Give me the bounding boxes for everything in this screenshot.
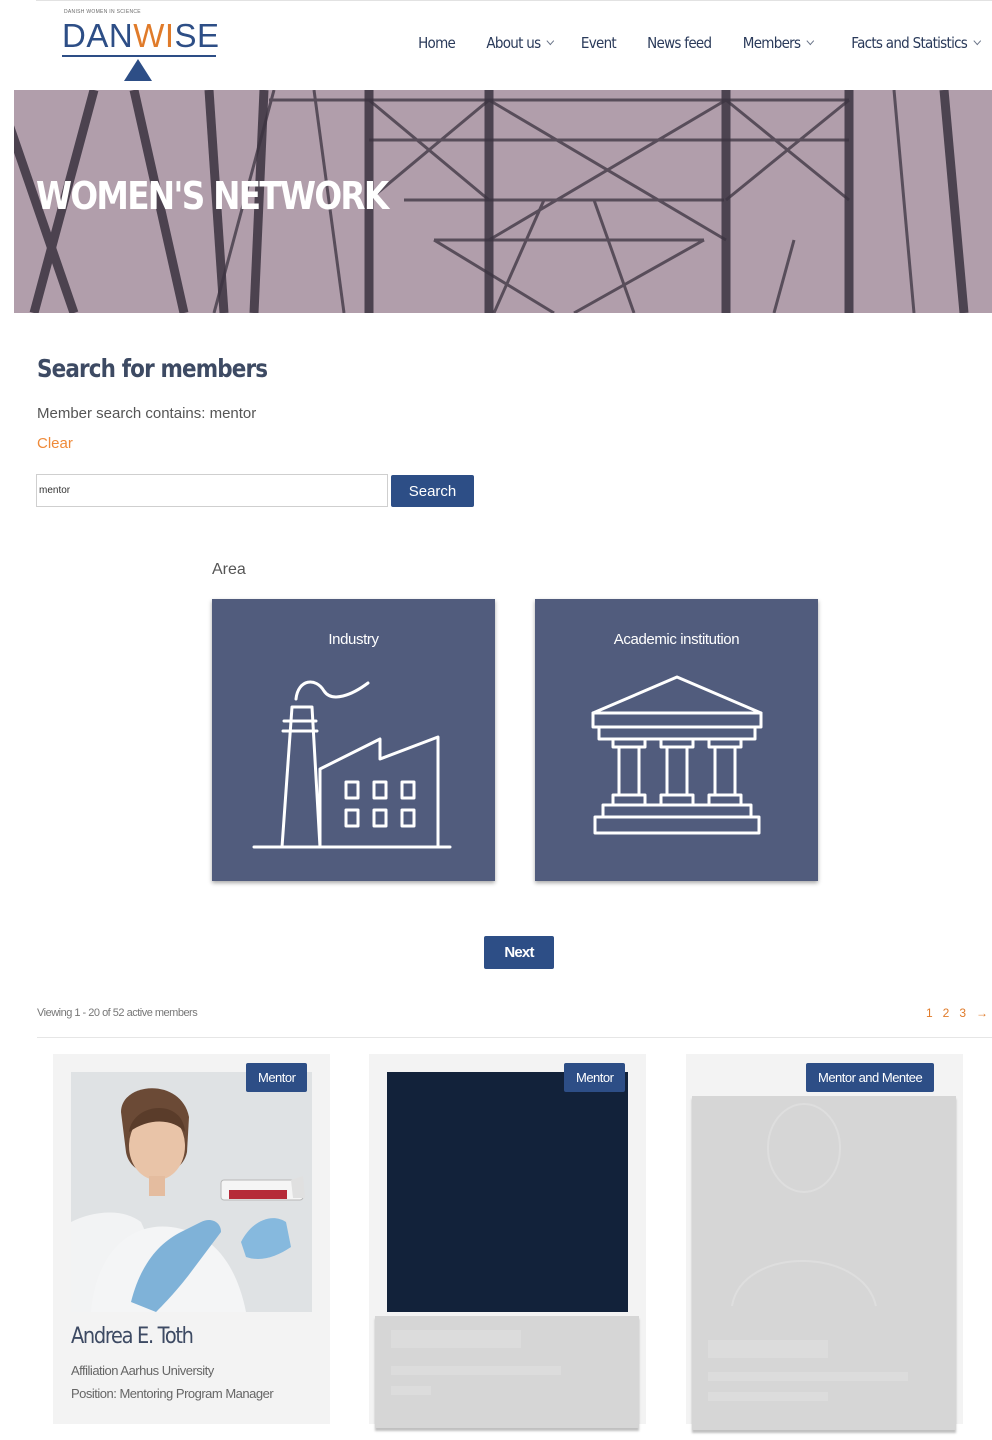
- danwise-logo[interactable]: DANISH WOMEN IN SCIENCE DANWISE: [62, 9, 220, 83]
- ghost-line-bar: [391, 1366, 561, 1375]
- divider: [37, 1037, 992, 1038]
- institution-icon: [591, 675, 763, 835]
- area-option-industry[interactable]: Industry: [212, 599, 495, 881]
- area-label: Area: [212, 561, 246, 578]
- chevron-down-icon: [806, 36, 815, 46]
- results-count: Viewing 1 - 20 of 52 active members: [37, 1007, 198, 1019]
- main-nav: Home About us Event News feed Members Fa…: [390, 34, 982, 52]
- search-button[interactable]: Search: [391, 475, 474, 507]
- nav-item-label: Home: [417, 34, 456, 52]
- page-link-3[interactable]: 3: [959, 1006, 966, 1020]
- scientist-photo-image: [71, 1072, 312, 1312]
- logo-word-wi: WI: [133, 17, 175, 54]
- page-link-2[interactable]: 2: [943, 1006, 950, 1020]
- logo-triangle-icon: [124, 59, 152, 81]
- nav-item-label: Facts and Statistics: [851, 34, 969, 52]
- factory-icon: [252, 680, 452, 849]
- logo-underline: [62, 55, 216, 57]
- chevron-down-icon: [546, 36, 555, 46]
- logo-word-se: SE: [174, 17, 220, 54]
- next-button[interactable]: Next: [484, 936, 554, 969]
- nav-item-about-us[interactable]: About us: [486, 34, 555, 52]
- clear-search-link[interactable]: Clear: [37, 435, 73, 452]
- member-card[interactable]: Mentor Andrea E. Toth Affiliation Aarhus…: [53, 1054, 330, 1424]
- member-role-badge: Mentor and Mentee: [806, 1063, 935, 1092]
- member-role-badge: Mentor: [564, 1063, 626, 1092]
- next-page-arrow-icon[interactable]: →: [976, 1006, 988, 1020]
- nav-item-label: Event: [580, 34, 617, 52]
- loading-placeholder: [375, 1316, 639, 1428]
- nav-item-facts-and-statistics[interactable]: Facts and Statistics: [851, 34, 982, 52]
- pagination: 1 2 3 →: [926, 1006, 988, 1020]
- logo-word-dan: DAN: [62, 17, 134, 54]
- member-photo[interactable]: [71, 1072, 312, 1312]
- site-header: DANISH WOMEN IN SCIENCE DANWISE Home Abo…: [36, 0, 992, 90]
- ghost-name-bar: [391, 1330, 521, 1348]
- loading-placeholder: [692, 1096, 956, 1430]
- nav-item-label: Members: [743, 34, 801, 52]
- member-affiliation: Affiliation Aarhus University: [71, 1363, 214, 1378]
- member-card[interactable]: Mentor: [369, 1054, 646, 1428]
- member-search-input[interactable]: [36, 474, 388, 507]
- nav-item-home[interactable]: Home: [417, 34, 456, 52]
- page-link-1[interactable]: 1: [926, 1006, 933, 1020]
- member-role-badge: Mentor: [246, 1063, 308, 1092]
- nav-item-event[interactable]: Event: [580, 34, 617, 52]
- member-photo[interactable]: [387, 1072, 628, 1312]
- member-position: Position: Mentoring Program Manager: [71, 1386, 274, 1401]
- member-card[interactable]: Mentor and Mentee: [686, 1054, 963, 1430]
- search-summary: Member search contains: mentor: [37, 405, 257, 422]
- ghost-line-bar: [391, 1386, 431, 1395]
- nav-item-members[interactable]: Members: [743, 34, 815, 52]
- ghost-avatar-image: [708, 1103, 908, 1401]
- logo-tagline: DANISH WOMEN IN SCIENCE: [64, 9, 141, 15]
- page-title: WOMEN'S NETWORK: [36, 174, 389, 218]
- nav-item-label: About us: [486, 34, 541, 52]
- member-name[interactable]: Andrea E. Toth: [71, 1324, 194, 1349]
- search-heading: Search for members: [37, 354, 268, 383]
- nav-item-label: News feed: [647, 34, 712, 52]
- hero-banner: WOMEN'S NETWORK: [14, 90, 992, 313]
- chevron-down-icon: [973, 36, 982, 46]
- nav-item-news-feed[interactable]: News feed: [647, 34, 712, 52]
- area-option-academic-institution[interactable]: Academic institution: [535, 599, 818, 881]
- logo-wordmark: DANWISE: [62, 17, 220, 55]
